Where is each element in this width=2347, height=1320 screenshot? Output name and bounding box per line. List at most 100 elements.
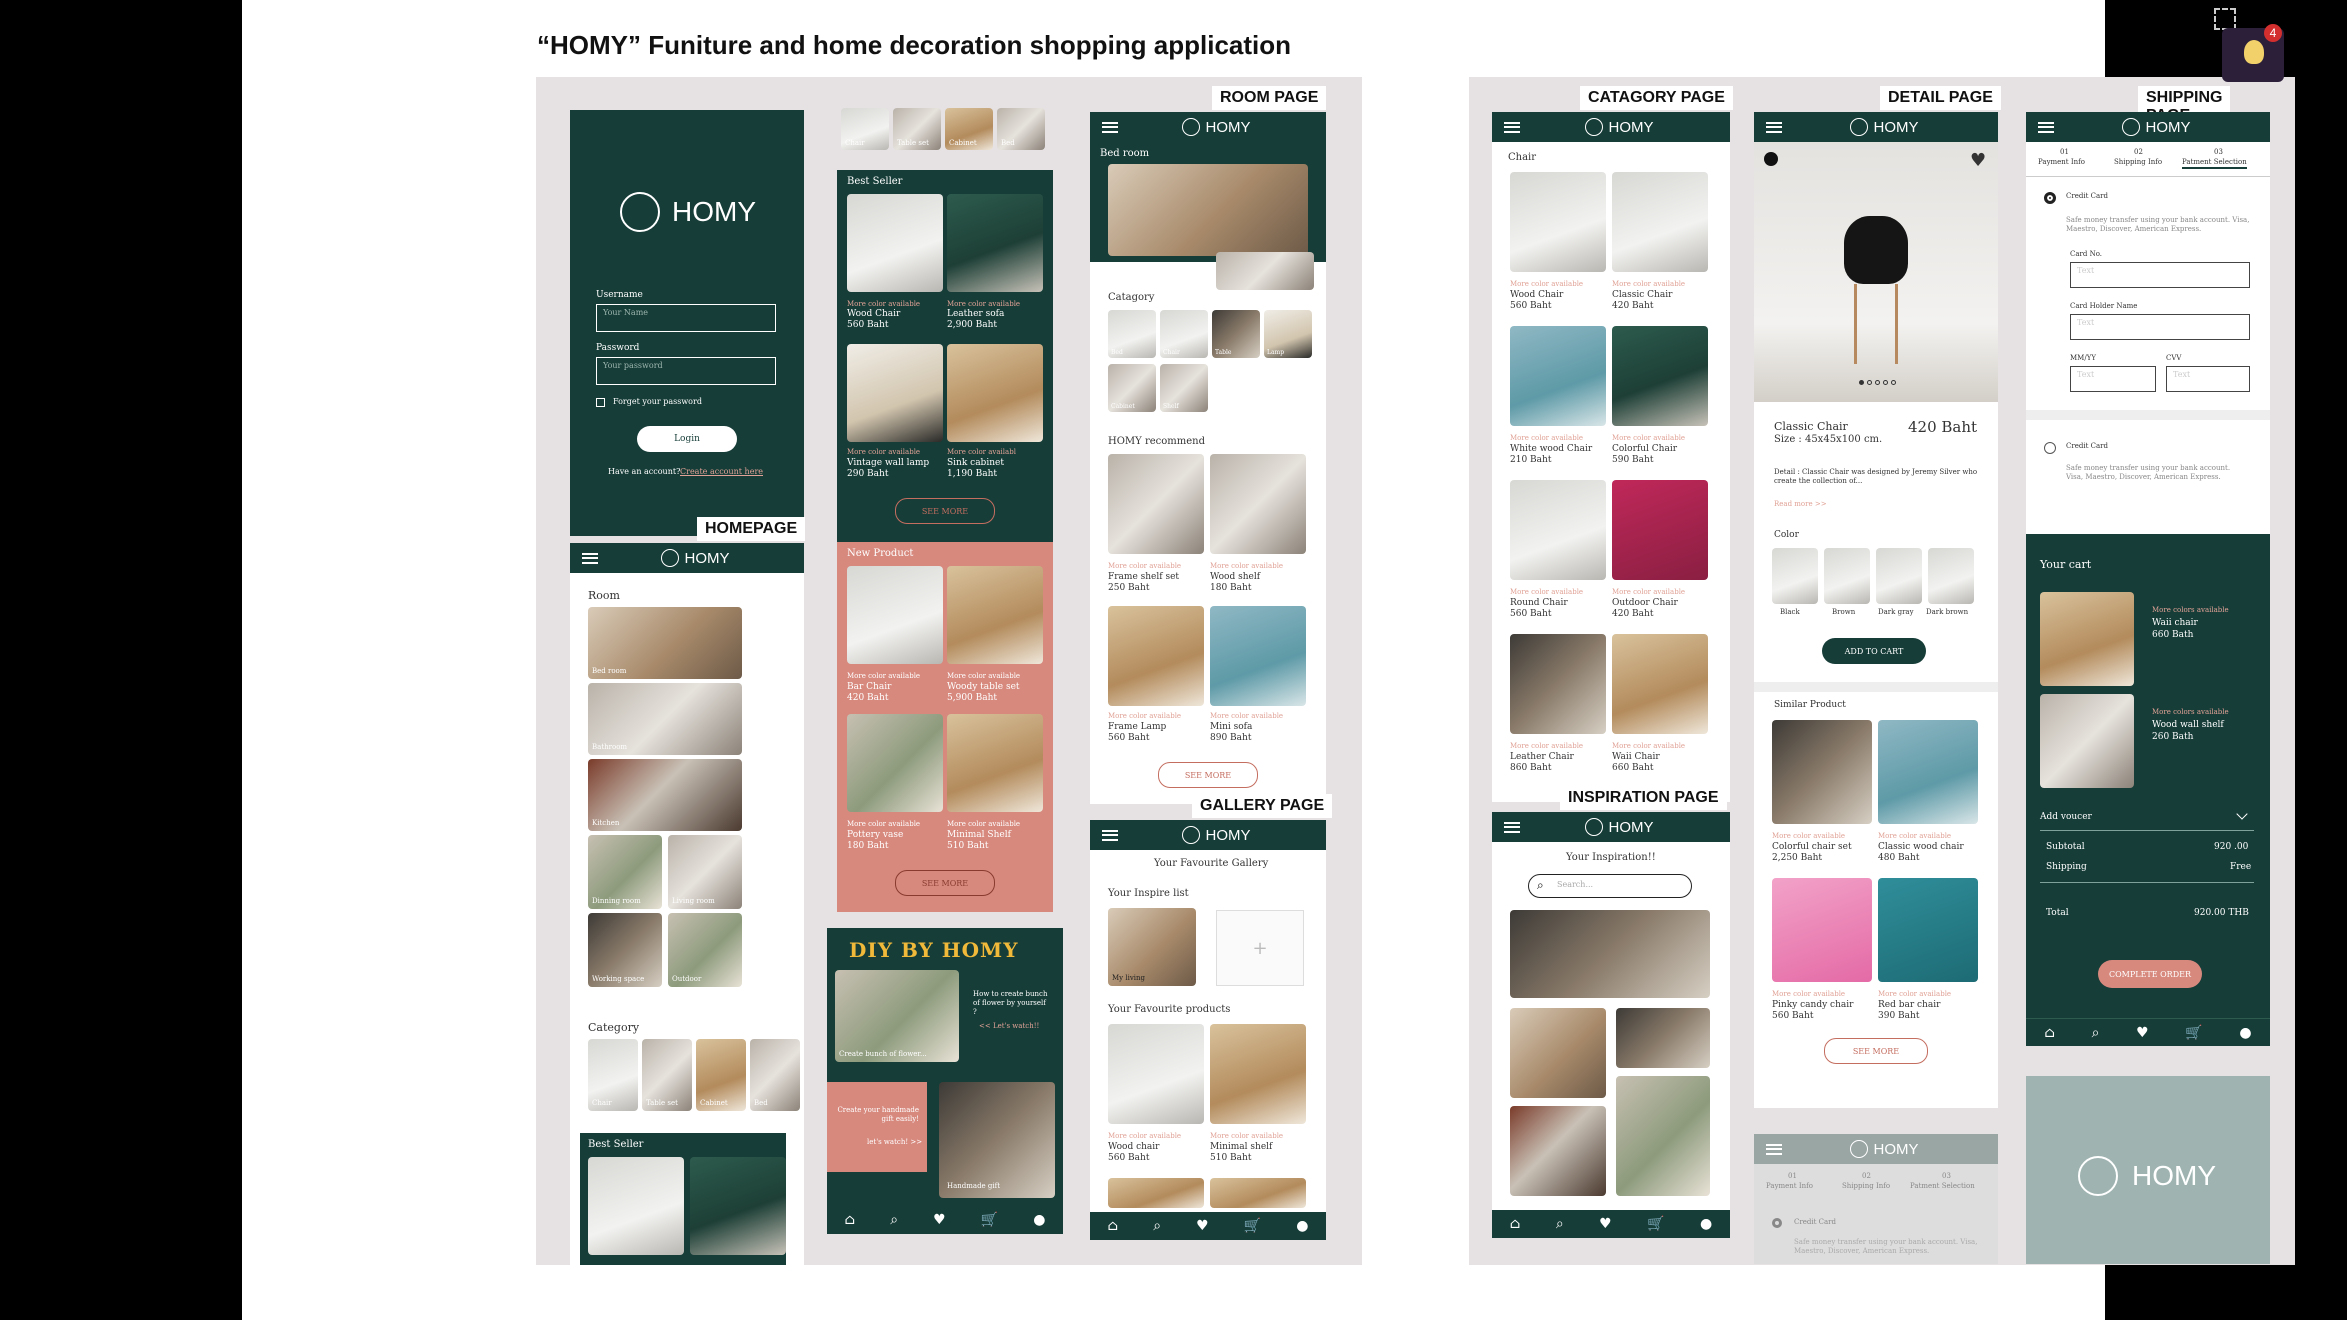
search-icon[interactable]: ⌕ xyxy=(2092,1025,2100,1041)
color-swatch[interactable] xyxy=(1772,548,1818,604)
category-card[interactable]: Bed xyxy=(1108,310,1156,358)
product-image[interactable] xyxy=(847,714,943,812)
room-card[interactable]: Bed room xyxy=(588,607,742,679)
category-card[interactable]: Table set xyxy=(642,1039,692,1111)
menu-icon[interactable] xyxy=(1766,121,1782,133)
home-icon[interactable]: ⌂ xyxy=(1510,1216,1521,1232)
cart-icon[interactable]: 🛒 xyxy=(981,1212,998,1228)
card-number-field[interactable]: Text xyxy=(2070,262,2250,288)
username-field[interactable]: Your Name xyxy=(596,304,776,332)
product-image[interactable] xyxy=(1878,878,1978,982)
inspiration-image[interactable] xyxy=(1616,1008,1710,1068)
product-image[interactable] xyxy=(1210,1178,1306,1208)
room-card[interactable]: Kitchen xyxy=(588,759,742,831)
diy-watch-link[interactable]: << Let's watch!! xyxy=(979,1022,1039,1031)
category-card[interactable]: Chair xyxy=(1160,310,1208,358)
add-to-cart-button[interactable]: ADD TO CART xyxy=(1822,638,1926,664)
product-image[interactable] xyxy=(1210,606,1306,706)
collapse-icon[interactable] xyxy=(2214,8,2236,30)
search-icon[interactable]: ⌕ xyxy=(1153,1218,1161,1234)
product-image[interactable] xyxy=(1210,454,1306,554)
card-holder-field[interactable]: Text xyxy=(2070,314,2250,340)
product-image[interactable] xyxy=(1772,878,1872,982)
radio-button-selected[interactable] xyxy=(2044,192,2056,204)
radio-button[interactable] xyxy=(1772,1218,1782,1228)
gift-video[interactable] xyxy=(939,1082,1055,1198)
category-card[interactable]: Shelf xyxy=(1160,364,1208,412)
see-more-button[interactable]: SEE MORE xyxy=(895,498,995,524)
product-image[interactable] xyxy=(847,194,943,292)
product-image[interactable] xyxy=(1772,720,1872,824)
room-card[interactable]: Living room xyxy=(668,835,742,909)
password-field[interactable]: Your password xyxy=(596,357,776,385)
product-image[interactable] xyxy=(847,344,943,442)
room-card[interactable]: Outdoor xyxy=(668,913,742,987)
user-icon[interactable]: ● xyxy=(1033,1212,1045,1228)
read-more-link[interactable]: Read more >> xyxy=(1774,500,1827,509)
category-card[interactable]: Bed xyxy=(997,108,1045,150)
color-swatch[interactable] xyxy=(1876,548,1922,604)
menu-icon[interactable] xyxy=(1504,121,1520,133)
color-swatch[interactable] xyxy=(1824,548,1870,604)
carousel-dots[interactable] xyxy=(1859,380,1899,386)
complete-order-button[interactable]: COMPLETE ORDER xyxy=(2098,960,2202,988)
product-image[interactable] xyxy=(588,1157,684,1255)
product-image[interactable] xyxy=(1612,326,1708,426)
cart-item-image[interactable] xyxy=(2040,694,2134,788)
heart-icon[interactable]: ♥ xyxy=(2136,1025,2149,1041)
step-label[interactable]: Payment Info xyxy=(2038,158,2085,167)
inspiration-image[interactable] xyxy=(1510,910,1710,998)
inspire-card[interactable]: My living xyxy=(1108,908,1196,986)
see-more-button[interactable]: SEE MORE xyxy=(1158,762,1258,788)
category-card[interactable]: Table xyxy=(1212,310,1260,358)
room-card[interactable]: Dinning room xyxy=(588,835,662,909)
product-image[interactable] xyxy=(1612,480,1708,580)
category-card[interactable]: Chair xyxy=(841,108,889,150)
see-more-button[interactable]: SEE MORE xyxy=(895,870,995,896)
heart-icon[interactable]: ♥ xyxy=(1196,1218,1209,1234)
menu-icon[interactable] xyxy=(582,552,598,564)
product-image[interactable] xyxy=(1510,634,1606,734)
user-icon[interactable]: ● xyxy=(2239,1025,2251,1041)
search-icon[interactable]: ⌕ xyxy=(890,1212,898,1228)
cart-icon[interactable]: 🛒 xyxy=(2185,1025,2202,1041)
product-image[interactable] xyxy=(1108,606,1204,706)
product-image[interactable] xyxy=(1510,172,1606,272)
create-account-link[interactable]: Create account here xyxy=(680,467,763,477)
product-image[interactable] xyxy=(947,194,1043,292)
cart-icon[interactable]: 🛒 xyxy=(1244,1218,1261,1234)
product-image[interactable] xyxy=(1510,326,1606,426)
inspiration-image[interactable] xyxy=(1616,1076,1710,1196)
home-icon[interactable]: ⌂ xyxy=(2044,1025,2055,1041)
product-image[interactable] xyxy=(947,344,1043,442)
room-card[interactable]: Working space xyxy=(588,913,662,987)
add-inspire-button[interactable]: + xyxy=(1216,910,1304,986)
menu-icon[interactable] xyxy=(1766,1143,1782,1155)
category-card[interactable]: Chair xyxy=(588,1039,638,1111)
product-image[interactable] xyxy=(690,1157,786,1255)
user-icon[interactable]: ● xyxy=(1296,1218,1308,1234)
product-image[interactable] xyxy=(1510,480,1606,580)
radio-button[interactable] xyxy=(2044,442,2056,454)
color-swatch[interactable] xyxy=(1928,548,1974,604)
heart-icon[interactable]: ♥ xyxy=(1599,1216,1612,1232)
home-icon[interactable]: ⌂ xyxy=(1108,1218,1119,1234)
diy-video[interactable] xyxy=(835,970,959,1062)
menu-icon[interactable] xyxy=(1102,829,1118,841)
product-image[interactable] xyxy=(1878,720,1978,824)
category-card[interactable]: Cabinet xyxy=(696,1039,746,1111)
category-card[interactable]: Cabinet xyxy=(945,108,993,150)
category-card[interactable]: Bed xyxy=(750,1039,800,1111)
inspiration-image[interactable] xyxy=(1510,1008,1606,1098)
step-label[interactable]: Patment Selection xyxy=(2182,158,2247,169)
category-card[interactable]: Cabinet xyxy=(1108,364,1156,412)
room-card[interactable]: Bathroom xyxy=(588,683,742,755)
product-image[interactable] xyxy=(947,714,1043,812)
user-icon[interactable]: ● xyxy=(1700,1216,1712,1232)
remember-checkbox[interactable] xyxy=(596,398,605,407)
product-image[interactable] xyxy=(1612,172,1708,272)
search-icon[interactable]: ⌕ xyxy=(1556,1216,1564,1232)
menu-icon[interactable] xyxy=(2038,121,2054,133)
category-card[interactable]: Table set xyxy=(893,108,941,150)
product-image[interactable] xyxy=(947,566,1043,664)
